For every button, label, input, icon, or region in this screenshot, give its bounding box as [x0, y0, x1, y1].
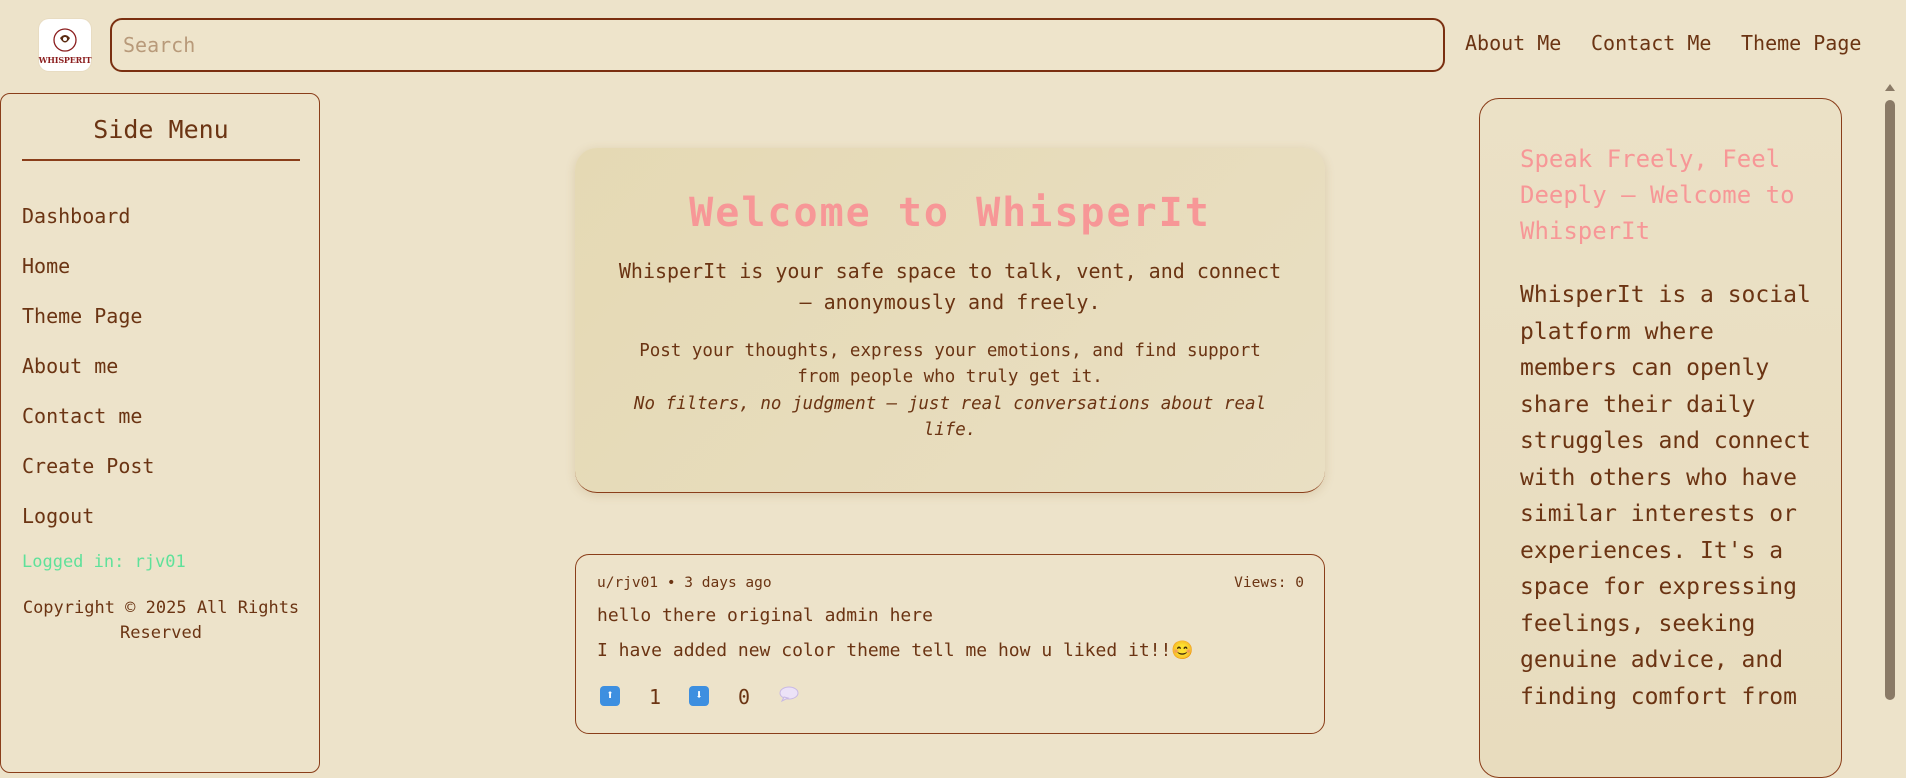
about-panel: Speak Freely, Feel Deeply — Welcome to W… [1479, 98, 1842, 778]
post-meta: u/rjv01 • 3 days ago [597, 575, 772, 591]
post-card[interactable]: u/rjv01 • 3 days ago Views: 0 hello ther… [575, 554, 1325, 734]
side-menu-title: Side Menu [93, 115, 229, 144]
upvote-count: 1 [649, 685, 662, 709]
search-input[interactable] [110, 18, 1445, 72]
side-menu-divider [22, 159, 300, 161]
whisperit-logo-icon [53, 27, 77, 52]
downvote-count: 0 [738, 685, 751, 709]
about-panel-body: WhisperIt is a social platform where mem… [1520, 282, 1811, 710]
scrollbar-thumb[interactable] [1885, 100, 1895, 700]
sidebar-item-logout[interactable]: Logout [22, 504, 94, 528]
nav-contact-me[interactable]: Contact Me [1591, 31, 1711, 55]
side-menu: Side Menu Dashboard Home Theme Page Abou… [0, 93, 320, 773]
sidebar-item-create-post[interactable]: Create Post [22, 454, 154, 478]
post-views: Views: 0 [1234, 575, 1304, 591]
upvote-icon[interactable]: ⬆ [600, 686, 620, 706]
nav-about-me[interactable]: About Me [1465, 31, 1561, 55]
logo-text: WHISPERIT [38, 54, 92, 65]
nav-theme-page[interactable]: Theme Page [1741, 31, 1861, 55]
about-panel-title: Speak Freely, Feel Deeply — Welcome to W… [1520, 145, 1795, 245]
sidebar-item-home[interactable]: Home [22, 254, 70, 278]
welcome-subtitle: WhisperIt is your safe space to talk, ve… [618, 259, 1282, 314]
logo[interactable]: WHISPERIT [38, 19, 92, 71]
welcome-card: Welcome to WhisperIt WhisperIt is your s… [575, 148, 1325, 493]
sidebar-item-contact-me[interactable]: Contact me [22, 404, 142, 428]
sidebar-item-theme-page[interactable]: Theme Page [22, 304, 142, 328]
sidebar-item-dashboard[interactable]: Dashboard [22, 204, 130, 228]
top-bar: WHISPERIT About Me Contact Me Theme Page [0, 0, 1906, 88]
logged-in-status: Logged in: rjv01 [22, 552, 186, 572]
welcome-tagline: No filters, no judgment — just real conv… [633, 394, 1267, 440]
welcome-title: Welcome to WhisperIt [689, 190, 1211, 236]
scroll-up-arrow-icon[interactable] [1885, 84, 1895, 91]
scrollbar[interactable] [1883, 80, 1897, 748]
downvote-icon[interactable]: ⬇ [689, 686, 709, 706]
comment-icon[interactable] [779, 686, 799, 702]
post-body: I have added new color theme tell me how… [597, 640, 1194, 661]
welcome-paragraph: Post your thoughts, express your emotion… [639, 341, 1261, 387]
copyright-text: Copyright © 2025 All Rights Reserved [22, 598, 300, 643]
post-title[interactable]: hello there original admin here [597, 605, 933, 626]
sidebar-item-about-me[interactable]: About me [22, 354, 118, 378]
